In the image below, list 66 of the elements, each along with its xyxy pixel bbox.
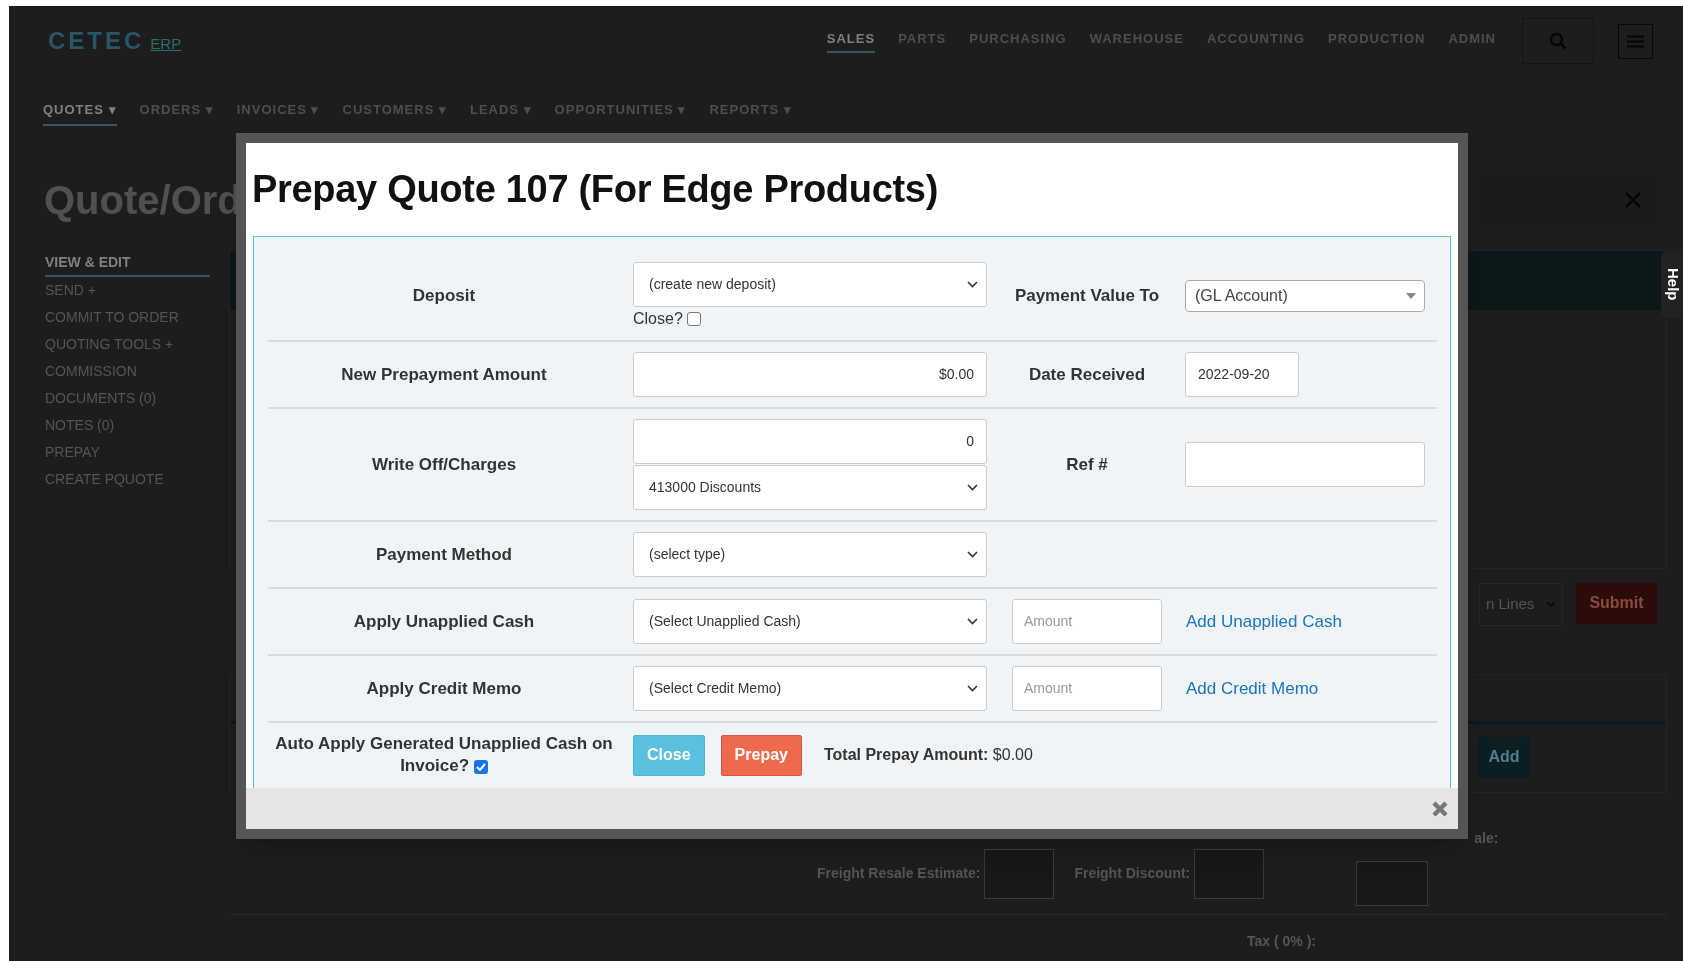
field-label: Date Received — [1027, 363, 1147, 386]
select-field[interactable]: (select type) — [633, 532, 987, 577]
input-field[interactable] — [1185, 442, 1425, 487]
chevron-icon — [967, 618, 978, 625]
total-text: Total Prepay Amount: $0.00 — [823, 745, 1033, 765]
select-field[interactable]: (GL Account) — [1185, 280, 1425, 312]
field-label: Auto Apply Generated Unapplied Cash on Invoice? — [274, 733, 614, 777]
checkbox[interactable] — [686, 312, 701, 326]
chevron-icon — [967, 551, 978, 558]
link[interactable]: Add Credit Memo — [1186, 675, 1319, 702]
field-label: Freight Resale Estimate: — [817, 864, 981, 883]
field-label: Write Off/Charges — [370, 453, 518, 476]
nav-tab[interactable]: SALES — [826, 28, 876, 54]
menu-button[interactable] — [1618, 23, 1653, 59]
checkbox-label: Close? — [633, 309, 683, 329]
link[interactable]: Add Unapplied Cash — [1186, 608, 1342, 635]
freight-discount-field[interactable] — [1194, 848, 1265, 899]
caret-icon — [1406, 293, 1416, 299]
field-label: New Prepayment Amount — [340, 363, 548, 386]
amount-field[interactable]: Amount — [1012, 599, 1162, 644]
sidebar-item[interactable]: COMMIT TO ORDER — [45, 303, 210, 331]
sidebar-item[interactable]: CREATE PQUOTE — [45, 465, 210, 493]
search-icon — [1549, 32, 1567, 50]
sidebar-item[interactable]: PREPAY — [45, 438, 210, 466]
submit-button[interactable]: Submit — [1576, 582, 1657, 624]
sidebar-item[interactable]: QUOTING TOOLS + — [45, 330, 210, 358]
field-label: Ref # — [1065, 453, 1109, 476]
add-button[interactable]: Add — [1478, 736, 1530, 778]
chevron-icon — [967, 685, 978, 692]
modal-title: Prepay Quote 107 (For Edge Products) — [252, 167, 939, 212]
field-label: Payment Value To — [1013, 285, 1161, 308]
close-icon[interactable] — [1431, 799, 1449, 818]
select-field[interactable]: (Select Credit Memo) — [633, 666, 987, 711]
date-field[interactable]: 2022-09-20 — [1185, 352, 1299, 397]
select-field[interactable]: (create new deposit) — [633, 262, 987, 307]
help-tab[interactable]: Help — [1661, 251, 1683, 318]
menu-icon — [1627, 34, 1644, 48]
field-label: Apply Unapplied Cash — [352, 610, 536, 633]
logo[interactable]: CETEC — [48, 23, 145, 59]
lines-select[interactable]: n Lines — [1479, 582, 1563, 626]
field-label: Deposit — [411, 285, 477, 307]
field-label: Freight Discount: — [1074, 864, 1191, 883]
field-label: Payment Method — [375, 543, 513, 566]
search-button[interactable] — [1522, 18, 1594, 64]
chevron-icon — [967, 281, 978, 288]
resale-field[interactable] — [1356, 860, 1429, 906]
input-field[interactable]: 0 — [633, 419, 987, 464]
field-label: Apply Credit Memo — [365, 677, 523, 700]
select-field[interactable]: 413000 Discounts — [633, 465, 987, 510]
subnav-tab[interactable]: QUOTES ▾ — [43, 100, 117, 126]
button[interactable]: Prepay — [720, 734, 802, 776]
sidebar-item[interactable]: DOCUMENTS (0) — [45, 384, 210, 412]
checkbox[interactable] — [473, 759, 488, 774]
sidebar-item[interactable]: SEND + — [45, 276, 210, 304]
chevron-icon — [967, 484, 978, 491]
field-label: ale: — [1474, 828, 1499, 848]
field-label: Tax ( 0% ): — [1247, 931, 1316, 951]
amount-field[interactable]: Amount — [1012, 666, 1162, 711]
sidebar-item[interactable]: NOTES (0) — [45, 411, 210, 439]
freight-resale-field[interactable] — [984, 848, 1055, 899]
button[interactable]: Close — [633, 734, 705, 776]
select-field[interactable]: (Select Unapplied Cash) — [633, 599, 987, 644]
input-field[interactable]: $0.00 — [633, 352, 987, 397]
logo-suffix: ERP — [150, 33, 182, 54]
sidebar-item[interactable]: COMMISSION — [45, 357, 210, 385]
sidebar-item[interactable]: VIEW & EDIT — [45, 249, 210, 277]
